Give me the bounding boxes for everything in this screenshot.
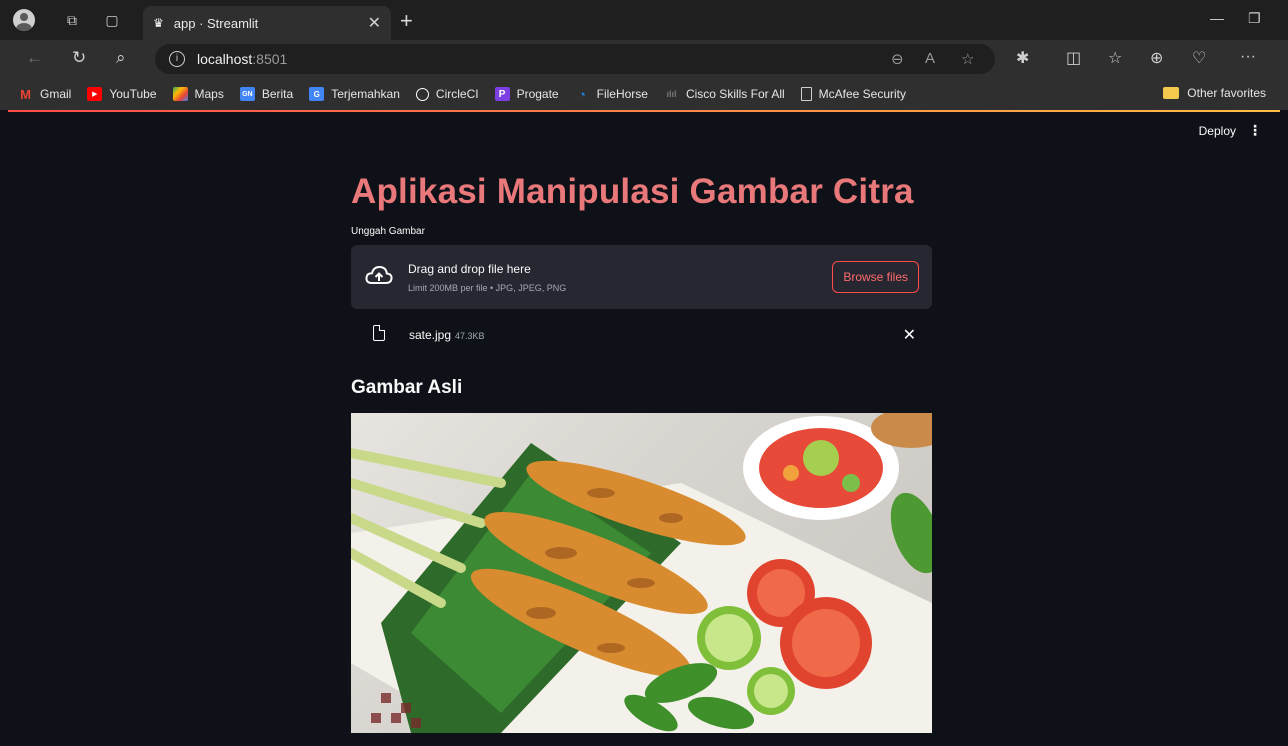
bookmark-maps[interactable]: Maps: [172, 87, 224, 101]
favorite-star-icon[interactable]: ☆: [961, 50, 974, 68]
tab-actions-icon[interactable]: ▢: [100, 8, 124, 32]
bookmark-cisco[interactable]: ılıl Cisco Skills For All: [664, 87, 785, 101]
url-port: :8501: [252, 51, 288, 67]
extensions-icon[interactable]: ✱: [1016, 48, 1029, 68]
main-menu-icon[interactable]: ⋮: [1248, 122, 1262, 139]
close-tab-icon[interactable]: ✕: [368, 13, 381, 33]
other-favorites[interactable]: Other favorites: [1163, 86, 1266, 100]
bookmark-label: FileHorse: [596, 87, 648, 101]
bookmark-label: CircleCI: [435, 87, 479, 101]
browse-files-button[interactable]: Browse files: [832, 261, 919, 293]
address-bar[interactable]: i localhost :8501 ⊖ A ☆: [155, 44, 995, 74]
bookmark-label: Terjemahkan: [331, 87, 400, 101]
bookmark-label: Maps: [194, 87, 224, 101]
file-name-text: sate.jpg: [409, 328, 452, 342]
dropzone-title: Drag and drop file here: [408, 262, 531, 276]
other-favorites-label: Other favorites: [1187, 86, 1266, 100]
dropzone-subtitle: Limit 200MB per file • JPG, JPEG, PNG: [408, 283, 567, 293]
split-screen-icon[interactable]: ◫: [1066, 48, 1081, 68]
page-icon: [800, 87, 812, 101]
file-icon: [373, 325, 385, 341]
bookmark-label: Cisco Skills For All: [685, 87, 785, 101]
site-info-icon[interactable]: i: [169, 51, 185, 67]
bookmark-label: McAfee Security: [818, 87, 907, 101]
minimize-icon[interactable]: —: [1210, 10, 1224, 26]
restore-icon[interactable]: ❐: [1248, 10, 1261, 27]
bookmark-label: YouTube: [109, 87, 157, 101]
favorites-icon[interactable]: ☆: [1108, 48, 1122, 68]
filehorse-icon: ◔: [578, 86, 587, 102]
back-icon[interactable]: ←: [26, 48, 43, 68]
uploader-label: Unggah Gambar: [351, 226, 425, 237]
bookmark-youtube[interactable]: ▶ YouTube: [87, 87, 157, 101]
bookmark-gmail[interactable]: M Gmail: [18, 86, 72, 102]
more-menu-icon[interactable]: ···: [1240, 48, 1256, 66]
reload-icon[interactable]: ↻: [72, 48, 86, 68]
zoom-icon[interactable]: ⊖: [891, 50, 904, 68]
cloud-upload-icon: [365, 265, 393, 284]
new-tab-icon[interactable]: +: [400, 8, 413, 34]
tab-title: app · Streamlit: [173, 15, 259, 31]
read-aloud-icon[interactable]: A: [925, 50, 935, 67]
bookmark-progate[interactable]: P Progate: [494, 87, 559, 101]
bookmark-label: Gmail: [40, 87, 72, 101]
address-toolbar: ← ↻ ⌕ i localhost :8501 ⊖ A ☆ ✱ ◫ ☆ ⊕ ♡ …: [0, 40, 1288, 78]
folder-icon: [1163, 87, 1180, 99]
uploaded-file-row: sate.jpg 47.3KB ✕: [351, 309, 932, 361]
streamlit-app: Deploy ⋮ Aplikasi Manipulasi Gambar Citr…: [8, 112, 1280, 746]
workspaces-icon[interactable]: ⧉: [60, 8, 84, 32]
bookmark-label: Progate: [516, 87, 559, 101]
bookmark-mcafee[interactable]: McAfee Security: [800, 87, 907, 101]
health-icon[interactable]: ♡: [1192, 48, 1206, 68]
original-image-heading: Gambar Asli: [351, 377, 463, 398]
remove-file-icon[interactable]: ✕: [903, 325, 916, 345]
circleci-icon: [415, 87, 429, 101]
profile-avatar-icon[interactable]: [13, 9, 35, 31]
file-dropzone[interactable]: Drag and drop file here Limit 200MB per …: [351, 245, 932, 309]
maps-icon: [172, 87, 188, 101]
url-host: localhost: [197, 51, 253, 67]
bookmark-filehorse[interactable]: ◔ FileHorse: [575, 86, 648, 102]
search-icon[interactable]: ⌕: [116, 48, 126, 68]
translate-icon: G: [309, 87, 325, 101]
bookmarks-bar: M Gmail ▶ YouTube Maps GN Berita G Terjemahk…: [0, 78, 1288, 110]
browser-tab-strip: ⧉ ▢ ♛ app · Streamlit ✕ + — ❐: [0, 0, 1288, 40]
file-name: sate.jpg 47.3KB: [409, 328, 485, 342]
bookmark-terjemahkan[interactable]: G Terjemahkan: [309, 87, 400, 101]
youtube-icon: ▶: [87, 87, 103, 101]
sate-photo-illustration: [351, 413, 932, 733]
file-size: 47.3KB: [455, 331, 485, 341]
gmail-icon: M: [20, 86, 31, 102]
original-image: [351, 413, 932, 733]
page-title: Aplikasi Manipulasi Gambar Citra: [351, 172, 914, 211]
streamlit-favicon-icon: ♛: [153, 16, 164, 30]
collections-icon[interactable]: ⊕: [1150, 48, 1163, 68]
cisco-icon: ılıl: [666, 89, 677, 99]
main-block: Aplikasi Manipulasi Gambar Citra Unggah …: [351, 112, 932, 733]
bookmark-circleci[interactable]: CircleCI: [415, 87, 479, 101]
browser-tab[interactable]: ♛ app · Streamlit ✕: [143, 6, 391, 40]
progate-icon: P: [494, 87, 510, 101]
news-icon: GN: [239, 87, 255, 101]
bookmark-label: Berita: [261, 87, 294, 101]
deploy-button[interactable]: Deploy: [1199, 124, 1236, 138]
bookmark-berita[interactable]: GN Berita: [239, 87, 294, 101]
